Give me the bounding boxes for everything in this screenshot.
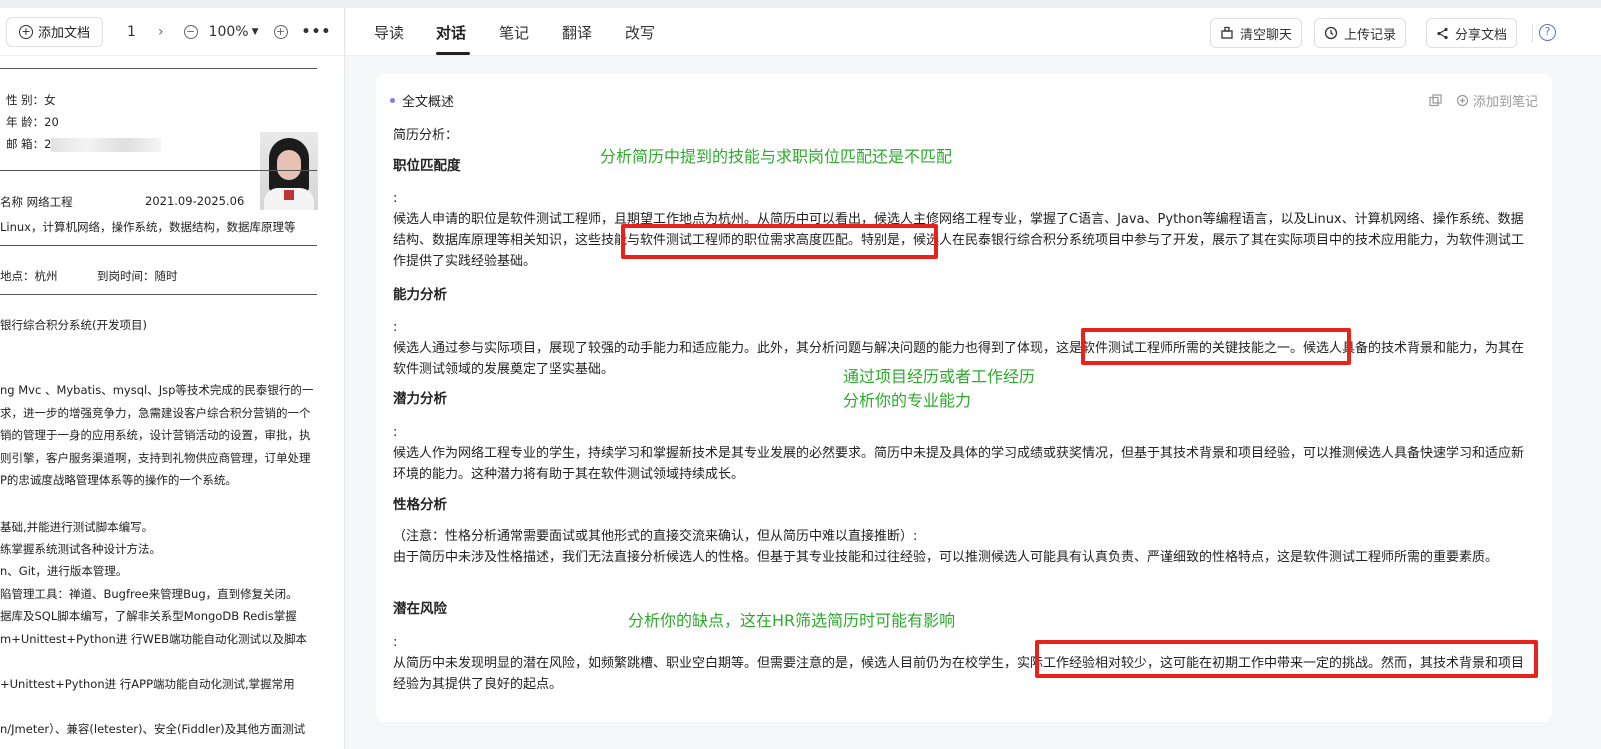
resume-age: 年 龄：20 [6, 115, 59, 129]
resume-email: 邮 箱：2 [6, 137, 52, 151]
zoom-value: 100% [208, 23, 249, 40]
annotation-ability-line2: 分析你的专业能力 [843, 391, 972, 410]
add-to-notes-label: 添加到笔记 [1472, 95, 1538, 110]
highlight-box [621, 224, 938, 259]
skill-line: 据库及SQL脚本编写，了解非关系型MongoDB Redis掌握 [0, 609, 297, 623]
section-text: 由于简历中未涉及性格描述，我们无法直接分析候选人的性格。但基于其专业技能和过往经… [393, 550, 1499, 565]
scrollbar-track[interactable] [1590, 56, 1601, 749]
summary-header: 全文概述 [390, 91, 454, 110]
project-line: 则引擎，客户服务渠道啊，支持到礼物供应商管理，订单处理 [0, 451, 311, 465]
job-location: 地点：杭州 [0, 269, 58, 283]
tab-translate[interactable]: 翻译 [562, 22, 592, 43]
clear-chat-label: 清空聊天 [1240, 27, 1293, 43]
resume-gender: 性 别：女 [6, 93, 56, 107]
plus-icon: + [19, 24, 33, 39]
divider [0, 245, 317, 246]
tab-guide[interactable]: 导读 [374, 22, 404, 43]
window-top-strip [0, 0, 1601, 8]
help-icon[interactable]: ? [1539, 24, 1556, 41]
assistant-tab-bar: 导读 对话 笔记 翻译 改写 清空聊天 上传记录 分享文档 ? [346, 8, 1601, 56]
upload-history-button[interactable]: 上传记录 [1314, 18, 1407, 48]
project-line: 销的管理于一身的应用系统，设计营销活动的设置，审批，执 [0, 428, 311, 442]
clear-icon [1221, 26, 1233, 39]
intro-text: 简历分析： [393, 128, 459, 143]
copy-icon[interactable] [1429, 94, 1442, 107]
annotation-ability-line1: 通过项目经历或者工作经历 [843, 367, 1036, 386]
resume-email-row: 邮 箱：2 [6, 136, 162, 152]
project-line: ng Mvc 、Mybatis、mysql、Jsp等技术完成的民泰银行的一 [0, 383, 314, 397]
note-icon [1456, 94, 1469, 107]
section-title: 能力分析 [393, 287, 447, 303]
add-document-label: 添加文档 [38, 26, 91, 41]
annotation-risk: 分析你的缺点，这在HR筛选简历时可能有影响 [628, 611, 956, 630]
zoom-out-icon[interactable]: − [183, 24, 198, 39]
annotation-skill-match: 分析简历中提到的技能与求职岗位匹配还是不匹配 [600, 147, 953, 166]
clear-chat-button[interactable]: 清空聊天 [1210, 18, 1303, 48]
section-title: 潜在风险 [393, 601, 447, 617]
share-document-button[interactable]: 分享文档 [1426, 18, 1518, 48]
section-colon: : [393, 425, 398, 440]
highlight-box [1035, 640, 1538, 678]
divider [0, 170, 317, 171]
section-title: 潜力分析 [393, 391, 447, 407]
more-icon[interactable]: ••• [302, 24, 332, 40]
add-document-button[interactable]: + 添加文档 [6, 16, 104, 47]
profile-photo [260, 132, 318, 210]
section-colon: : [393, 320, 398, 335]
caret-down-icon: ▼ [251, 26, 259, 37]
skill-line: +Unittest+Python进 行APP端功能自动化测试,掌握常用 [0, 677, 295, 691]
share-icon [1437, 27, 1448, 39]
bullet-dot-icon [390, 98, 395, 103]
tab-rewrite[interactable]: 改写 [625, 22, 655, 43]
zoom-in-icon[interactable]: + [273, 24, 288, 39]
project-line: 求，进一步的增强竞争力，急需建设客户综合积分营销的一个 [0, 406, 311, 420]
section-colon: : [393, 635, 398, 650]
clock-icon [1324, 26, 1338, 40]
share-document-label: 分享文档 [1455, 27, 1508, 43]
divider [0, 68, 317, 69]
next-page-icon[interactable]: › [158, 24, 164, 40]
tab-notes[interactable]: 笔记 [499, 22, 529, 43]
skill-line: m+Unittest+Python进 行WEB端功能自动化测试以及脚本 [0, 632, 308, 646]
divider [1532, 24, 1533, 42]
section-title: 性格分析 [393, 497, 447, 513]
skill-line: n、Git，进行版本管理。 [0, 564, 128, 578]
document-toolbar: + 添加文档 1 › − 100% ▼ + ••• [0, 8, 344, 56]
page-number[interactable]: 1 [127, 24, 136, 40]
active-tab-indicator [436, 52, 470, 55]
summary-title: 全文概述 [402, 95, 455, 110]
zoom-level[interactable]: 100% ▼ [209, 24, 259, 40]
upload-history-label: 上传记录 [1344, 27, 1397, 43]
tab-chat[interactable]: 对话 [436, 22, 466, 43]
summary-actions: 添加到笔记 [1429, 91, 1538, 110]
divider [0, 294, 317, 295]
courses: Linux，计算机网络，操作系统，数据结构，数据库原理等 [0, 220, 296, 234]
education-major: 名称 网络工程 [0, 195, 73, 209]
education-date: 2021.09-2025.06 [145, 194, 245, 208]
section-colon: （注意：性格分析通常需要面试或其他形式的直接交流来确认，但从简历中难以直接推断）… [393, 529, 918, 544]
section-title: 职位匹配度 [393, 158, 461, 174]
skill-line: 基础,并能进行测试脚本编写。 [0, 520, 154, 534]
skill-line: 陷管理工具：禅道、Bugfree来管理Bug，直到修复关闭。 [0, 587, 298, 601]
highlight-box [1081, 328, 1351, 365]
add-to-notes-button[interactable]: 添加到笔记 [1456, 91, 1538, 110]
skill-line: n/Jmeter）、兼容(letester)、安全(Fiddler)及其他方面测… [0, 722, 306, 736]
section-colon: : [393, 191, 398, 206]
document-pane: + 添加文档 1 › − 100% ▼ + ••• 性 别：女 年 龄：20 邮 … [0, 8, 345, 749]
section-text: 候选人作为网络工程专业的学生，持续学习和掌握新技术是其专业发展的必然要求。简历中… [393, 446, 1525, 482]
skill-line: 练掌握系统测试各种设计方法。 [0, 542, 161, 556]
project-line: P的忠诚度战略管理体系等的操作的一个系统。 [0, 473, 237, 487]
project-name: 银行综合积分系统(开发项目) [0, 318, 147, 332]
redacted-email [51, 137, 162, 152]
section-text: 候选人申请的职位是软件测试工程师，且期望工作地点为杭州。从简历中可以看出，候选人… [393, 212, 1525, 269]
arrival-time: 到岗时间：随时 [97, 269, 178, 283]
